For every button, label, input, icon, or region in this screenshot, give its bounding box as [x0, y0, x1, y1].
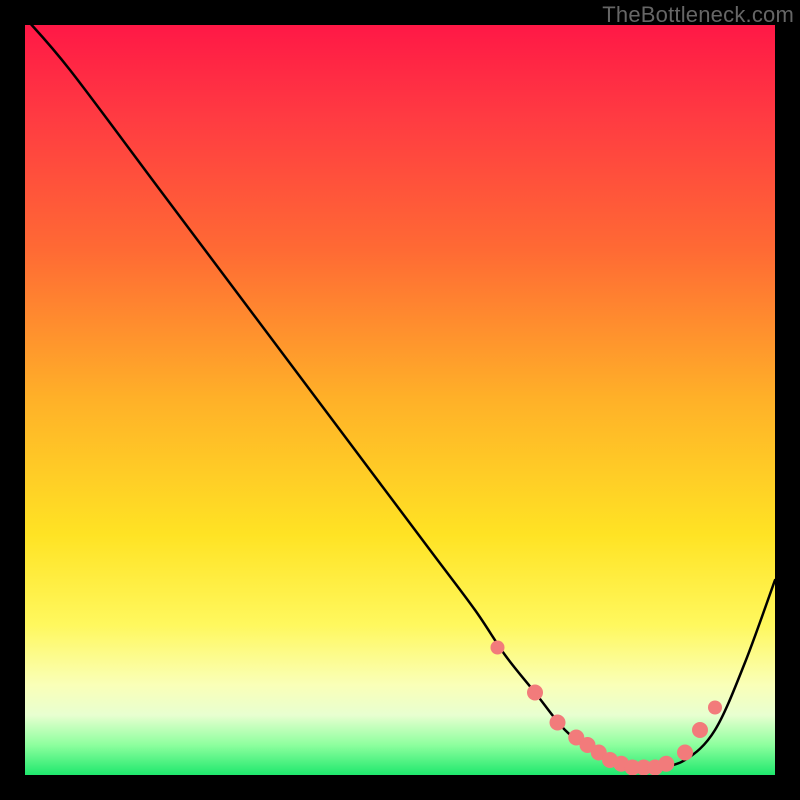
highlight-dot [550, 715, 566, 731]
bottleneck-curve [25, 25, 775, 769]
highlight-dot [658, 756, 674, 772]
chart-svg [25, 25, 775, 775]
optimal-range-dots [491, 641, 723, 776]
highlight-dot [692, 722, 708, 738]
highlight-dot [491, 641, 505, 655]
highlight-dot [677, 745, 693, 761]
highlight-dot [527, 685, 543, 701]
chart-frame [25, 25, 775, 775]
highlight-dot [708, 701, 722, 715]
watermark-text: TheBottleneck.com [602, 2, 794, 28]
